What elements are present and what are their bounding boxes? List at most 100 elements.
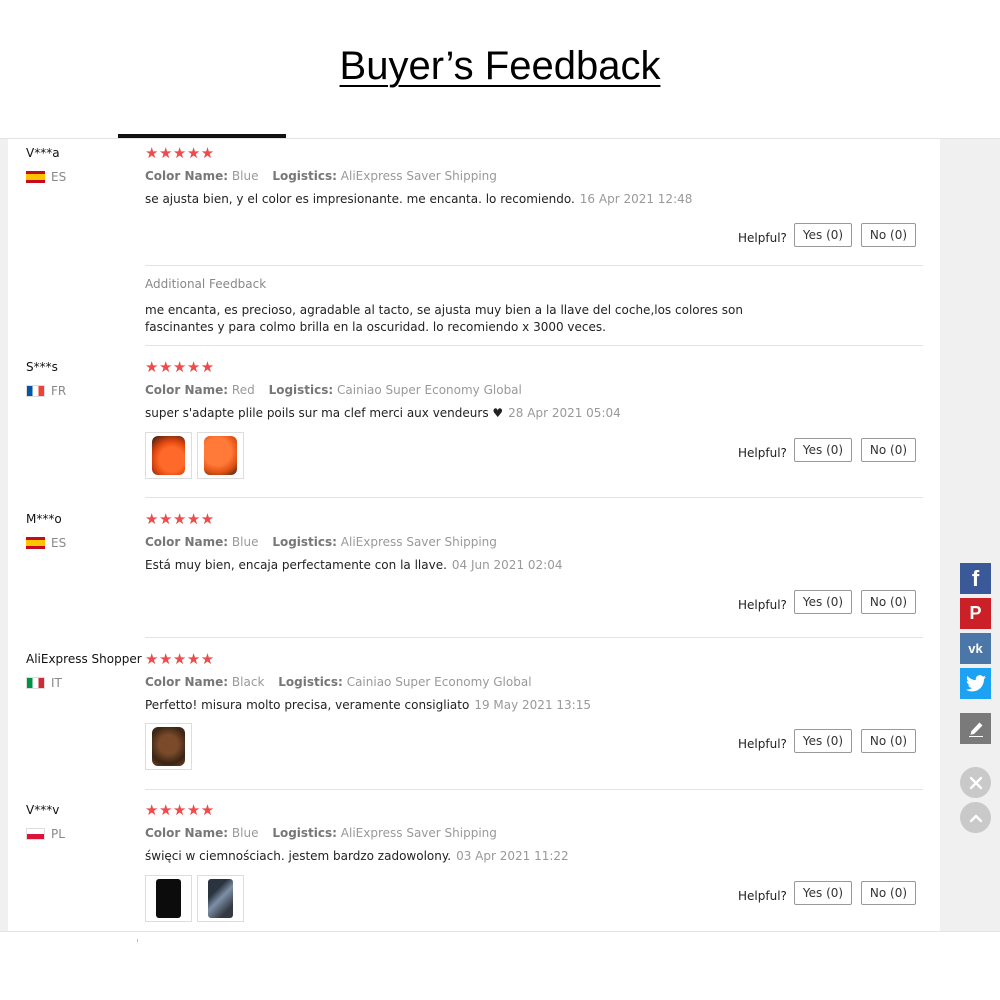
review-body: Perfetto! misura molto precisa, verament… — [145, 698, 470, 712]
reviewer-country: PL — [26, 827, 65, 841]
facebook-icon: f — [971, 565, 980, 591]
helpful-no-button[interactable]: No (0) — [861, 223, 916, 247]
color-name-value: Red — [231, 383, 255, 397]
poland-flag-icon — [26, 828, 45, 840]
color-name-value: Black — [231, 675, 265, 689]
review-divider — [145, 637, 923, 638]
order-info: Color Name: Blue Logistics: AliExpress S… — [145, 169, 497, 183]
country-code: FR — [51, 384, 67, 398]
reviewer-name: V***a — [26, 146, 60, 160]
helpful-label: Helpful? — [738, 231, 787, 245]
review-body: święci w ciemnościach. jestem bardzo zad… — [145, 849, 452, 863]
pinterest-icon: P — [969, 603, 982, 623]
twitter-icon — [965, 675, 986, 692]
logistics-value: AliExpress Saver Shipping — [340, 169, 497, 183]
helpful-yes-button[interactable]: Yes (0) — [794, 590, 852, 614]
review-photo-thumbnail[interactable] — [145, 723, 192, 770]
star-rating: ★★★★★ — [145, 801, 215, 819]
logistics-value: Cainiao Super Economy Global — [346, 675, 532, 689]
review-photo-thumbnail[interactable] — [197, 875, 244, 922]
review-photos — [145, 875, 244, 922]
helpful-label: Helpful? — [738, 598, 787, 612]
helpful-yes-button[interactable]: Yes (0) — [794, 438, 852, 462]
vk-icon: vk — [968, 641, 983, 656]
color-name-value: Blue — [231, 535, 259, 549]
facebook-share-button[interactable]: f — [960, 563, 991, 594]
order-info: Color Name: Blue Logistics: AliExpress S… — [145, 535, 497, 549]
scroll-top-icon — [969, 814, 982, 822]
reviewer-name: AliExpress Shopper — [26, 652, 142, 666]
color-name-label: Color Name: — [145, 383, 229, 397]
color-name-label: Color Name: — [145, 535, 229, 549]
close-share-button[interactable] — [960, 767, 991, 798]
review-text: Está muy bien, encaja perfectamente con … — [145, 558, 562, 572]
star-rating: ★★★★★ — [145, 358, 215, 376]
helpful-yes-button[interactable]: Yes (0) — [794, 729, 852, 753]
review-photo-thumbnail[interactable] — [197, 432, 244, 479]
helpful-no-button[interactable]: No (0) — [861, 438, 916, 462]
review-text: se ajusta bien, y el color es impresiona… — [145, 192, 692, 206]
review-text: święci w ciemnościach. jestem bardzo zad… — [145, 849, 569, 863]
review-date: 16 Apr 2021 12:48 — [579, 192, 693, 206]
order-info: Color Name: Blue Logistics: AliExpress S… — [145, 826, 497, 840]
review-body: Está muy bien, encaja perfectamente con … — [145, 558, 447, 572]
reviewer-name: M***o — [26, 512, 62, 526]
review-date: 04 Jun 2021 02:04 — [451, 558, 563, 572]
pinterest-share-button[interactable]: P — [960, 598, 991, 629]
left-gutter — [0, 139, 8, 932]
logistics-value: AliExpress Saver Shipping — [340, 826, 497, 840]
helpful-label: Helpful? — [738, 446, 787, 460]
country-code: IT — [51, 676, 62, 690]
france-flag-icon — [26, 385, 45, 397]
helpful-label: Helpful? — [738, 737, 787, 751]
spain-flag-icon — [26, 537, 45, 549]
star-rating: ★★★★★ — [145, 650, 215, 668]
color-name-label: Color Name: — [145, 169, 229, 183]
review-date: 03 Apr 2021 11:22 — [456, 849, 569, 863]
review-text: super s'adapte plile poils sur ma clef m… — [145, 406, 621, 420]
helpful-no-button[interactable]: No (0) — [861, 881, 916, 905]
logistics-label: Logistics: — [272, 826, 337, 840]
logistics-value: AliExpress Saver Shipping — [340, 535, 497, 549]
review-text: Perfetto! misura molto precisa, verament… — [145, 698, 591, 712]
divider — [145, 265, 923, 266]
reviewer-name: S***s — [26, 360, 58, 374]
color-name-value: Blue — [231, 169, 259, 183]
additional-feedback-title: Additional Feedback — [145, 277, 267, 291]
logistics-label: Logistics: — [272, 535, 337, 549]
logistics-label: Logistics: — [268, 383, 334, 397]
helpful-no-button[interactable]: No (0) — [861, 590, 916, 614]
helpful-label: Helpful? — [738, 889, 787, 903]
country-code: ES — [51, 536, 67, 550]
helpful-no-button[interactable]: No (0) — [861, 729, 916, 753]
page-title: Buyer’s Feedback — [339, 44, 661, 88]
review-date: 28 Apr 2021 05:04 — [508, 406, 621, 420]
country-code: PL — [51, 827, 65, 841]
country-code: ES — [51, 170, 67, 184]
review-photos — [145, 723, 192, 770]
edit-icon — [968, 722, 983, 737]
tabs-divider — [0, 138, 1000, 139]
scroll-to-top-button[interactable] — [960, 802, 991, 833]
italy-flag-icon — [26, 677, 45, 689]
reviewer-country: IT — [26, 676, 62, 690]
reviewer-name: V***v — [26, 803, 60, 817]
color-name-value: Blue — [231, 826, 259, 840]
review-body: super s'adapte plile poils sur ma clef m… — [145, 406, 504, 420]
write-feedback-button[interactable] — [960, 713, 991, 744]
review-photos — [145, 432, 244, 479]
helpful-yes-button[interactable]: Yes (0) — [794, 881, 852, 905]
review-photo-thumbnail[interactable] — [145, 875, 192, 922]
logistics-value: Cainiao Super Economy Global — [337, 383, 522, 397]
spain-flag-icon — [26, 171, 45, 183]
vk-share-button[interactable]: vk — [960, 633, 991, 664]
review-body: se ajusta bien, y el color es impresiona… — [145, 192, 575, 206]
color-name-label: Color Name: — [145, 675, 229, 689]
color-name-label: Color Name: — [145, 826, 229, 840]
helpful-yes-button[interactable]: Yes (0) — [794, 223, 852, 247]
logistics-label: Logistics: — [278, 675, 343, 689]
review-date: 19 May 2021 13:15 — [474, 698, 591, 712]
pagination-hint — [137, 939, 138, 942]
twitter-share-button[interactable] — [960, 668, 991, 699]
review-photo-thumbnail[interactable] — [145, 432, 192, 479]
